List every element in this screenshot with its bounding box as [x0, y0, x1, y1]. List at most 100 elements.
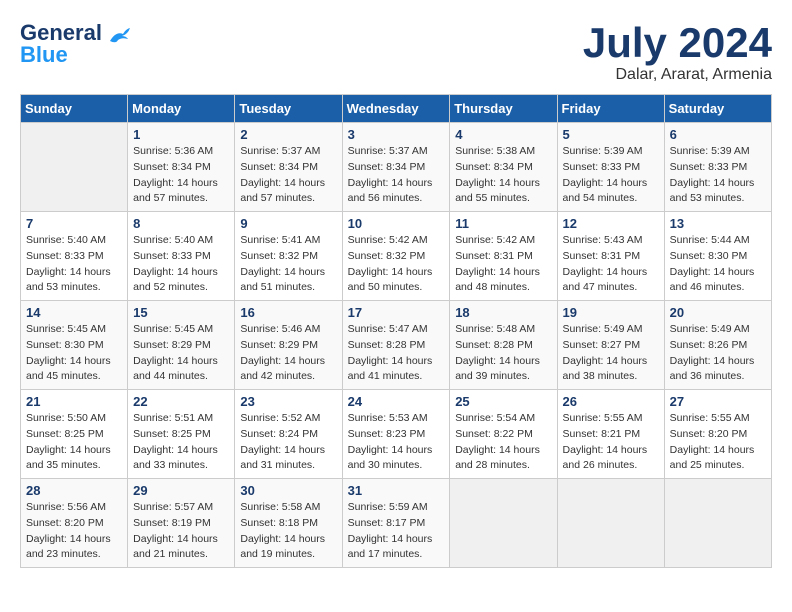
- day-info: Sunrise: 5:48 AM Sunset: 8:28 PM Dayligh…: [455, 322, 551, 385]
- day-number: 3: [348, 127, 445, 142]
- day-info: Sunrise: 5:44 AM Sunset: 8:30 PM Dayligh…: [670, 233, 766, 296]
- day-info: Sunrise: 5:49 AM Sunset: 8:27 PM Dayligh…: [563, 322, 659, 385]
- day-info: Sunrise: 5:39 AM Sunset: 8:33 PM Dayligh…: [563, 144, 659, 207]
- day-number: 1: [133, 127, 229, 142]
- logo-general: General: [20, 20, 102, 45]
- day-info: Sunrise: 5:52 AM Sunset: 8:24 PM Dayligh…: [240, 411, 336, 474]
- logo-bird-icon: [108, 26, 130, 46]
- day-number: 15: [133, 305, 229, 320]
- day-info: Sunrise: 5:39 AM Sunset: 8:33 PM Dayligh…: [670, 144, 766, 207]
- day-info: Sunrise: 5:57 AM Sunset: 8:19 PM Dayligh…: [133, 500, 229, 563]
- header: General Blue July 2024 Dalar, Ararat, Ar…: [20, 20, 772, 84]
- day-info: Sunrise: 5:45 AM Sunset: 8:30 PM Dayligh…: [26, 322, 122, 385]
- weekday-header-tuesday: Tuesday: [235, 95, 342, 123]
- calendar-cell: 10 Sunrise: 5:42 AM Sunset: 8:32 PM Dayli…: [342, 212, 450, 301]
- day-info: Sunrise: 5:45 AM Sunset: 8:29 PM Dayligh…: [133, 322, 229, 385]
- calendar-cell: 14 Sunrise: 5:45 AM Sunset: 8:30 PM Dayli…: [21, 301, 128, 390]
- calendar-week-row: 28 Sunrise: 5:56 AM Sunset: 8:20 PM Dayli…: [21, 479, 772, 568]
- day-info: Sunrise: 5:54 AM Sunset: 8:22 PM Dayligh…: [455, 411, 551, 474]
- calendar-cell: 11 Sunrise: 5:42 AM Sunset: 8:31 PM Dayli…: [450, 212, 557, 301]
- calendar-cell: 8 Sunrise: 5:40 AM Sunset: 8:33 PM Daylig…: [128, 212, 235, 301]
- day-number: 13: [670, 216, 766, 231]
- month-title: July 2024: [583, 20, 772, 66]
- day-number: 4: [455, 127, 551, 142]
- day-number: 11: [455, 216, 551, 231]
- day-info: Sunrise: 5:43 AM Sunset: 8:31 PM Dayligh…: [563, 233, 659, 296]
- calendar-cell: [557, 479, 664, 568]
- weekday-header-sunday: Sunday: [21, 95, 128, 123]
- day-info: Sunrise: 5:59 AM Sunset: 8:17 PM Dayligh…: [348, 500, 445, 563]
- location-title: Dalar, Ararat, Armenia: [583, 66, 772, 84]
- day-number: 9: [240, 216, 336, 231]
- calendar-cell: [21, 123, 128, 212]
- day-info: Sunrise: 5:36 AM Sunset: 8:34 PM Dayligh…: [133, 144, 229, 207]
- weekday-header-thursday: Thursday: [450, 95, 557, 123]
- day-number: 18: [455, 305, 551, 320]
- calendar-cell: 23 Sunrise: 5:52 AM Sunset: 8:24 PM Dayli…: [235, 390, 342, 479]
- logo: General Blue: [20, 20, 130, 68]
- calendar-week-row: 21Sunrise: 5:50 AM Sunset: 8:25 PM Dayli…: [21, 390, 772, 479]
- day-info: Sunrise: 5:56 AM Sunset: 8:20 PM Dayligh…: [26, 500, 122, 563]
- day-info: Sunrise: 5:50 AM Sunset: 8:25 PM Dayligh…: [26, 411, 122, 474]
- day-number: 10: [348, 216, 445, 231]
- day-number: 12: [563, 216, 659, 231]
- day-info: Sunrise: 5:41 AM Sunset: 8:32 PM Dayligh…: [240, 233, 336, 296]
- day-info: Sunrise: 5:46 AM Sunset: 8:29 PM Dayligh…: [240, 322, 336, 385]
- calendar-cell: 25 Sunrise: 5:54 AM Sunset: 8:22 PM Dayli…: [450, 390, 557, 479]
- day-info: Sunrise: 5:38 AM Sunset: 8:34 PM Dayligh…: [455, 144, 551, 207]
- day-number: 30: [240, 483, 336, 498]
- calendar-week-row: 14 Sunrise: 5:45 AM Sunset: 8:30 PM Dayli…: [21, 301, 772, 390]
- calendar-week-row: 1 Sunrise: 5:36 AM Sunset: 8:34 PM Daylig…: [21, 123, 772, 212]
- calendar-cell: 21Sunrise: 5:50 AM Sunset: 8:25 PM Dayli…: [21, 390, 128, 479]
- day-number: 5: [563, 127, 659, 142]
- calendar-cell: 18 Sunrise: 5:48 AM Sunset: 8:28 PM Dayli…: [450, 301, 557, 390]
- day-number: 14: [26, 305, 122, 320]
- calendar-cell: 20Sunrise: 5:49 AM Sunset: 8:26 PM Dayli…: [664, 301, 771, 390]
- calendar-cell: 9 Sunrise: 5:41 AM Sunset: 8:32 PM Daylig…: [235, 212, 342, 301]
- day-number: 31: [348, 483, 445, 498]
- day-number: 28: [26, 483, 122, 498]
- day-number: 25: [455, 394, 551, 409]
- day-info: Sunrise: 5:42 AM Sunset: 8:31 PM Dayligh…: [455, 233, 551, 296]
- day-number: 16: [240, 305, 336, 320]
- calendar-cell: 15 Sunrise: 5:45 AM Sunset: 8:29 PM Dayli…: [128, 301, 235, 390]
- calendar-cell: 13 Sunrise: 5:44 AM Sunset: 8:30 PM Dayli…: [664, 212, 771, 301]
- weekday-header-monday: Monday: [128, 95, 235, 123]
- day-number: 22: [133, 394, 229, 409]
- calendar-cell: 16 Sunrise: 5:46 AM Sunset: 8:29 PM Dayli…: [235, 301, 342, 390]
- title-area: July 2024 Dalar, Ararat, Armenia: [583, 20, 772, 84]
- day-info: Sunrise: 5:40 AM Sunset: 8:33 PM Dayligh…: [133, 233, 229, 296]
- day-info: Sunrise: 5:53 AM Sunset: 8:23 PM Dayligh…: [348, 411, 445, 474]
- calendar-cell: 19 Sunrise: 5:49 AM Sunset: 8:27 PM Dayli…: [557, 301, 664, 390]
- weekday-header-row: SundayMondayTuesdayWednesdayThursdayFrid…: [21, 95, 772, 123]
- day-number: 17: [348, 305, 445, 320]
- day-info: Sunrise: 5:47 AM Sunset: 8:28 PM Dayligh…: [348, 322, 445, 385]
- day-info: Sunrise: 5:40 AM Sunset: 8:33 PM Dayligh…: [26, 233, 122, 296]
- calendar-cell: 6Sunrise: 5:39 AM Sunset: 8:33 PM Daylig…: [664, 123, 771, 212]
- calendar-cell: 26Sunrise: 5:55 AM Sunset: 8:21 PM Dayli…: [557, 390, 664, 479]
- calendar-cell: 2Sunrise: 5:37 AM Sunset: 8:34 PM Daylig…: [235, 123, 342, 212]
- calendar-cell: 3 Sunrise: 5:37 AM Sunset: 8:34 PM Daylig…: [342, 123, 450, 212]
- calendar-cell: 24 Sunrise: 5:53 AM Sunset: 8:23 PM Dayli…: [342, 390, 450, 479]
- day-info: Sunrise: 5:51 AM Sunset: 8:25 PM Dayligh…: [133, 411, 229, 474]
- day-number: 8: [133, 216, 229, 231]
- calendar-cell: 31 Sunrise: 5:59 AM Sunset: 8:17 PM Dayli…: [342, 479, 450, 568]
- weekday-header-friday: Friday: [557, 95, 664, 123]
- weekday-header-saturday: Saturday: [664, 95, 771, 123]
- day-number: 19: [563, 305, 659, 320]
- calendar-cell: 27Sunrise: 5:55 AM Sunset: 8:20 PM Dayli…: [664, 390, 771, 479]
- day-info: Sunrise: 5:49 AM Sunset: 8:26 PM Dayligh…: [670, 322, 766, 385]
- day-info: Sunrise: 5:42 AM Sunset: 8:32 PM Dayligh…: [348, 233, 445, 296]
- calendar-cell: 17 Sunrise: 5:47 AM Sunset: 8:28 PM Dayli…: [342, 301, 450, 390]
- calendar-cell: 7Sunrise: 5:40 AM Sunset: 8:33 PM Daylig…: [21, 212, 128, 301]
- calendar-cell: 29 Sunrise: 5:57 AM Sunset: 8:19 PM Dayli…: [128, 479, 235, 568]
- day-info: Sunrise: 5:55 AM Sunset: 8:20 PM Dayligh…: [670, 411, 766, 474]
- calendar-cell: 22 Sunrise: 5:51 AM Sunset: 8:25 PM Dayli…: [128, 390, 235, 479]
- calendar-cell: 5 Sunrise: 5:39 AM Sunset: 8:33 PM Daylig…: [557, 123, 664, 212]
- day-info: Sunrise: 5:37 AM Sunset: 8:34 PM Dayligh…: [348, 144, 445, 207]
- day-number: 24: [348, 394, 445, 409]
- day-number: 23: [240, 394, 336, 409]
- day-number: 29: [133, 483, 229, 498]
- day-number: 26: [563, 394, 659, 409]
- calendar-cell: [450, 479, 557, 568]
